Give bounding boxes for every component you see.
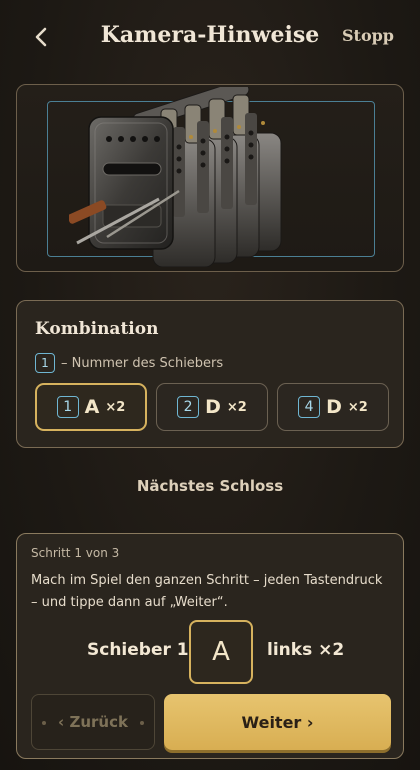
chip-count: ×2 — [105, 399, 126, 415]
back-step-label: ‹ Zurück — [58, 713, 128, 731]
step-instruction: Mach im Spiel den ganzen Schritt – jeden… — [31, 573, 383, 610]
legend-number-box: 1 — [35, 353, 55, 373]
next-lock-button[interactable]: Nächstes Schloss — [0, 477, 420, 495]
direction-label: links ×2 — [267, 640, 345, 660]
slider-label: Schieber 1 — [87, 640, 189, 660]
step-action: Schieber 1 A links ×2 — [17, 620, 403, 684]
chip-count: ×2 — [347, 399, 368, 415]
chip-letter: D — [326, 396, 342, 418]
next-step-button[interactable]: Weiter › — [164, 694, 391, 750]
back-step-button[interactable]: ‹ Zurück — [31, 694, 155, 750]
stop-button[interactable]: Stopp — [342, 26, 394, 45]
legend-text: – Nummer des Schiebers — [61, 355, 224, 371]
combination-title: Kombination — [35, 319, 159, 339]
key-box: A — [189, 620, 253, 684]
combination-chip[interactable]: 4 D ×2 — [277, 383, 389, 431]
combination-legend: 1 – Nummer des Schiebers — [35, 353, 223, 373]
chip-count: ×2 — [226, 399, 247, 415]
lock-mechanism-image — [69, 87, 282, 267]
dot-icon — [140, 721, 144, 725]
camera-panel — [16, 84, 404, 272]
combination-chips: 1 A ×2 2 D ×2 4 D ×2 — [35, 383, 389, 431]
combination-chip[interactable]: 2 D ×2 — [156, 383, 268, 431]
slider-number-box: 2 — [177, 396, 200, 418]
slider-number-box: 1 — [56, 396, 79, 418]
dot-icon — [42, 721, 46, 725]
combination-panel: Kombination 1 – Nummer des Schiebers 1 A… — [16, 300, 404, 448]
step-counter: Schritt 1 von 3 — [31, 546, 120, 560]
chip-letter: A — [84, 396, 100, 418]
step-panel: Schritt 1 von 3 Mach im Spiel den ganzen… — [16, 533, 404, 759]
header: Kamera-Hinweise Stopp — [0, 0, 420, 72]
combination-chip[interactable]: 1 A ×2 — [35, 383, 147, 431]
chip-letter: D — [205, 396, 221, 418]
slider-number-box: 4 — [298, 396, 321, 418]
